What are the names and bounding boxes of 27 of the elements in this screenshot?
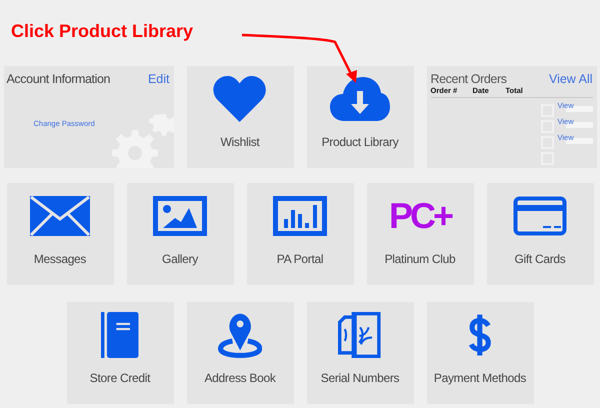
cloud-download-icon [330, 77, 390, 121]
view-all-link[interactable]: View All [548, 72, 592, 86]
menu-tile[interactable]: Address Book [186, 302, 294, 404]
menu-tile[interactable]: Wishlist [186, 66, 294, 168]
dollar-icon [467, 312, 493, 358]
annotation-text: Click Product Library [11, 21, 194, 42]
card-title: Recent Orders [430, 72, 507, 86]
heart-icon [212, 76, 268, 122]
credit-card-icon [513, 196, 567, 236]
menu-tile[interactable]: Gallery [126, 183, 234, 285]
menu-tile[interactable]: PA Portal [246, 183, 354, 285]
book-icon [101, 312, 139, 358]
menu-tile[interactable]: Serial Numbers [306, 302, 414, 404]
menu-tile[interactable]: PC+ Platinum Club [366, 183, 474, 285]
menu-tile[interactable]: Messages [6, 183, 114, 285]
image-icon [153, 196, 207, 236]
card-title: Account Information [6, 72, 110, 86]
location-pin-icon [218, 312, 262, 358]
club-logo: PC+ [388, 198, 452, 234]
menu-tile[interactable]: Payment Methods [426, 302, 534, 404]
menu-tile[interactable]: Product Library [306, 66, 414, 168]
edit-link[interactable]: Edit [148, 72, 170, 86]
envelope-icon [30, 196, 90, 236]
menu-tile[interactable]: Gift Cards [486, 183, 594, 285]
menu-tile[interactable]: Store Credit [66, 302, 174, 404]
documents-icon [338, 312, 382, 358]
chart-icon [273, 196, 327, 236]
